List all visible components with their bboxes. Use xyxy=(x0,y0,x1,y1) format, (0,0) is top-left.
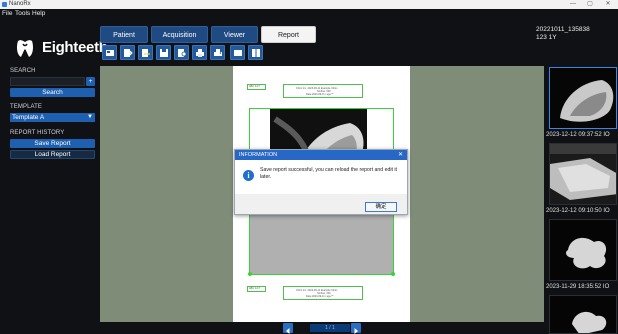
app-icon xyxy=(2,2,7,7)
save-report-button[interactable]: Save Report xyxy=(10,139,95,148)
template-select[interactable]: Template A ▼ xyxy=(10,113,95,122)
dialog-body: i Save report successful, you can reload… xyxy=(235,160,407,194)
search-add-button[interactable]: + xyxy=(86,77,95,86)
report-footer-box[interactable]: Clinic Inc. 2023-09-11 Example Clinic Te… xyxy=(283,286,363,300)
report-label-text: ABC 0-47 xyxy=(249,85,260,88)
single-layout-button[interactable] xyxy=(230,45,245,60)
dialog-message: Save report successful, you can reload t… xyxy=(260,167,397,180)
thumbnail-2[interactable] xyxy=(549,143,617,205)
double-layout-icon xyxy=(252,49,260,57)
dialog-close-button[interactable]: ✕ xyxy=(398,150,403,160)
search-input[interactable] xyxy=(10,77,85,86)
dialog-title: INFORMATION xyxy=(235,150,407,160)
report-footer-label-box[interactable]: ABC 0-47 xyxy=(247,286,266,292)
minimize-button[interactable]: — xyxy=(566,0,580,9)
brand-logo: Eighteeth xyxy=(14,36,108,62)
report-header-line-3: Date:2023-09-11 / age:** xyxy=(306,93,334,96)
search-button[interactable]: Search xyxy=(10,88,95,97)
template-button[interactable] xyxy=(102,45,117,60)
report-footer-label-text: ABC 0-47 xyxy=(249,287,260,290)
export-alt-icon xyxy=(142,49,150,57)
save-button[interactable] xyxy=(156,45,171,60)
thumbnail-2-timestamp: 2023-12-12 09:10:50 IO xyxy=(546,208,610,214)
title-bar: NanoRx — ▢ ✕ xyxy=(0,0,618,9)
tab-report[interactable]: Report xyxy=(261,26,316,43)
print-icon xyxy=(196,49,204,57)
export-icon xyxy=(124,49,133,57)
tab-patient[interactable]: Patient xyxy=(100,26,148,43)
tooth-logo-icon xyxy=(17,40,33,57)
report-header-box[interactable]: Clinic Inc. 2023-09-11 Example Clinic Te… xyxy=(283,84,363,98)
export-button[interactable] xyxy=(120,45,135,60)
thumbnail-3-timestamp: 2023-11-29 18:35:52 IO xyxy=(546,284,610,290)
thumbnail-1-timestamp: 2023-12-12 09:37:52 IO xyxy=(546,132,610,138)
page-navigation: 1 / 1 xyxy=(100,322,544,334)
menu-help[interactable]: Help xyxy=(32,9,45,18)
template-section-title: TEMPLATE xyxy=(10,104,43,110)
share-button[interactable] xyxy=(174,45,189,60)
left-panel: SEARCH + Search TEMPLATE Template A ▼ RE… xyxy=(0,65,100,334)
chevron-left-icon xyxy=(286,328,290,334)
next-page-button[interactable] xyxy=(351,323,361,334)
thumbnail-image xyxy=(550,296,616,333)
patient-info: 20221011_135838 123 1Y xyxy=(536,26,590,42)
image-placeholder xyxy=(250,214,393,274)
thumbnail-image xyxy=(550,68,616,128)
double-layout-button[interactable] xyxy=(248,45,263,60)
thumbnail-panel: 2023-12-12 09:37:52 IO 2023-12-12 09:10:… xyxy=(544,66,618,334)
load-report-button[interactable]: Load Report xyxy=(10,150,95,159)
template-select-value: Template A xyxy=(12,114,45,121)
thumbnail-4[interactable] xyxy=(549,295,617,334)
thumbnail-3[interactable] xyxy=(549,219,617,281)
brand-name: Eighteeth xyxy=(42,39,108,56)
information-dialog: INFORMATION ✕ i Save report successful, … xyxy=(234,149,408,215)
history-section-title: REPORT HISTORY xyxy=(10,130,65,136)
page-counter: 1 / 1 xyxy=(310,324,350,332)
template-icon xyxy=(106,50,114,56)
share-icon xyxy=(178,49,187,57)
dialog-ok-button[interactable]: 确定 xyxy=(365,202,397,212)
close-window-button[interactable]: ✕ xyxy=(601,0,615,9)
resize-handle-left[interactable] xyxy=(248,272,252,276)
thumbnail-image xyxy=(550,144,616,204)
window-title: NanoRx xyxy=(9,1,31,7)
print-button[interactable] xyxy=(192,45,207,60)
report-footer-line-3: Date:2023-09-11 / age:** xyxy=(306,295,334,298)
menu-bar: File Tools Help xyxy=(0,9,618,18)
menu-tools[interactable]: Tools xyxy=(15,9,30,18)
report-label-box[interactable]: ABC 0-47 xyxy=(247,84,266,90)
export-alt-button[interactable] xyxy=(138,45,153,60)
menu-file[interactable]: File xyxy=(2,9,12,18)
resize-handle-right[interactable] xyxy=(391,272,395,276)
prev-page-button[interactable] xyxy=(283,323,293,334)
print-alt-button[interactable] xyxy=(210,45,225,60)
save-icon xyxy=(160,49,168,57)
print-alt-icon xyxy=(214,49,222,56)
patient-details: 123 1Y xyxy=(536,34,557,41)
single-layout-icon xyxy=(234,50,242,56)
thumbnail-image xyxy=(550,220,616,280)
patient-id: 20221011_135838 xyxy=(536,26,590,33)
tab-viewer[interactable]: Viewer xyxy=(211,26,258,43)
tab-acquisition[interactable]: Acquisition xyxy=(151,26,208,43)
chevron-down-icon: ▼ xyxy=(87,114,93,120)
thumbnail-1[interactable] xyxy=(549,67,617,129)
app-window: NanoRx — ▢ ✕ File Tools Help Eighteeth P… xyxy=(0,0,618,334)
search-section-title: SEARCH xyxy=(10,68,36,74)
info-icon: i xyxy=(243,170,254,181)
chevron-right-icon xyxy=(354,328,358,334)
maximize-button[interactable]: ▢ xyxy=(583,0,597,9)
